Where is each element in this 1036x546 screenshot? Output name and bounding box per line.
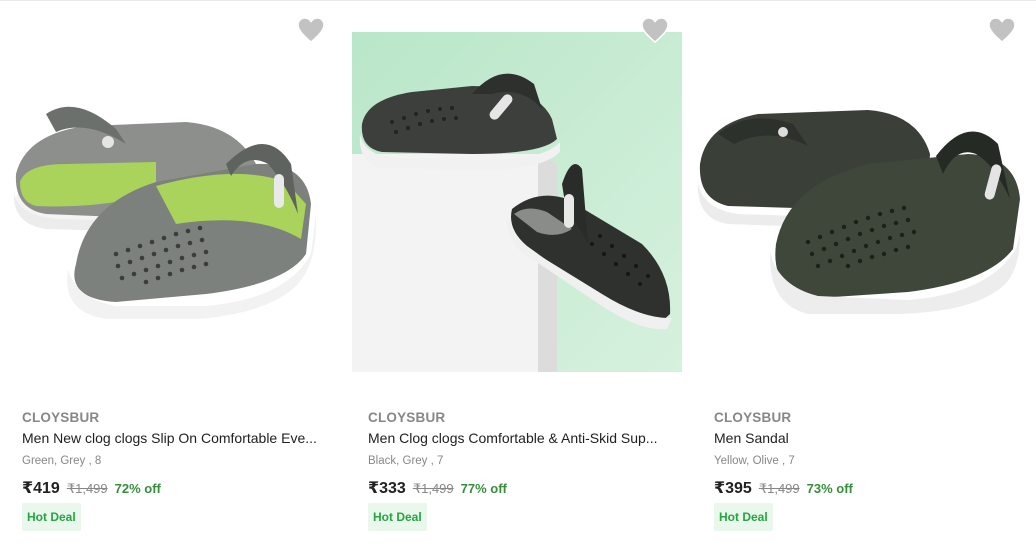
product-card[interactable]: CLOYSBUR Men Sandal Yellow, Olive , 7 ₹3… [698, 0, 1036, 546]
discount-percent: 72% off [114, 481, 161, 496]
product-variant: Black, Grey , 7 [368, 455, 444, 467]
product-variant: Yellow, Olive , 7 [714, 455, 795, 467]
discount-percent: 77% off [460, 481, 507, 496]
price-row: ₹419 ₹1,499 72% off [22, 478, 161, 498]
price-row: ₹333 ₹1,499 77% off [368, 478, 507, 498]
product-variant: Green, Grey , 8 [22, 455, 102, 467]
product-brand: CLOYSBUR [22, 410, 100, 425]
product-brand: CLOYSBUR [714, 410, 792, 425]
hot-deal-badge: Hot Deal [22, 503, 81, 531]
wishlist-heart-icon[interactable] [296, 16, 326, 44]
price-row: ₹395 ₹1,499 73% off [714, 478, 853, 498]
original-price: ₹1,499 [66, 481, 108, 496]
selling-price: ₹333 [368, 480, 406, 497]
selling-price: ₹419 [22, 480, 60, 497]
wishlist-heart-icon[interactable] [987, 16, 1017, 44]
wishlist-heart-icon[interactable] [640, 16, 670, 44]
black-clogs-on-block-image [352, 32, 682, 372]
product-title[interactable]: Men Clog clogs Comfortable & Anti-Skid S… [368, 430, 668, 446]
product-card[interactable]: CLOYSBUR Men Clog clogs Comfortable & An… [352, 0, 698, 546]
selling-price: ₹395 [714, 480, 752, 497]
product-image[interactable] [6, 14, 336, 372]
product-card[interactable]: CLOYSBUR Men New clog clogs Slip On Comf… [6, 0, 352, 546]
product-grid: CLOYSBUR Men New clog clogs Slip On Comf… [0, 0, 1036, 546]
grey-green-clogs-image [6, 14, 336, 372]
product-image[interactable] [698, 14, 1028, 372]
product-image[interactable] [352, 14, 682, 372]
product-title[interactable]: Men New clog clogs Slip On Comfortable E… [22, 430, 322, 446]
olive-clogs-image [698, 14, 1028, 372]
original-price: ₹1,499 [758, 481, 800, 496]
hot-deal-badge: Hot Deal [714, 503, 773, 531]
discount-percent: 73% off [806, 481, 853, 496]
product-title[interactable]: Men Sandal [714, 430, 1014, 446]
product-brand: CLOYSBUR [368, 410, 446, 425]
hot-deal-badge: Hot Deal [368, 503, 427, 531]
original-price: ₹1,499 [412, 481, 454, 496]
